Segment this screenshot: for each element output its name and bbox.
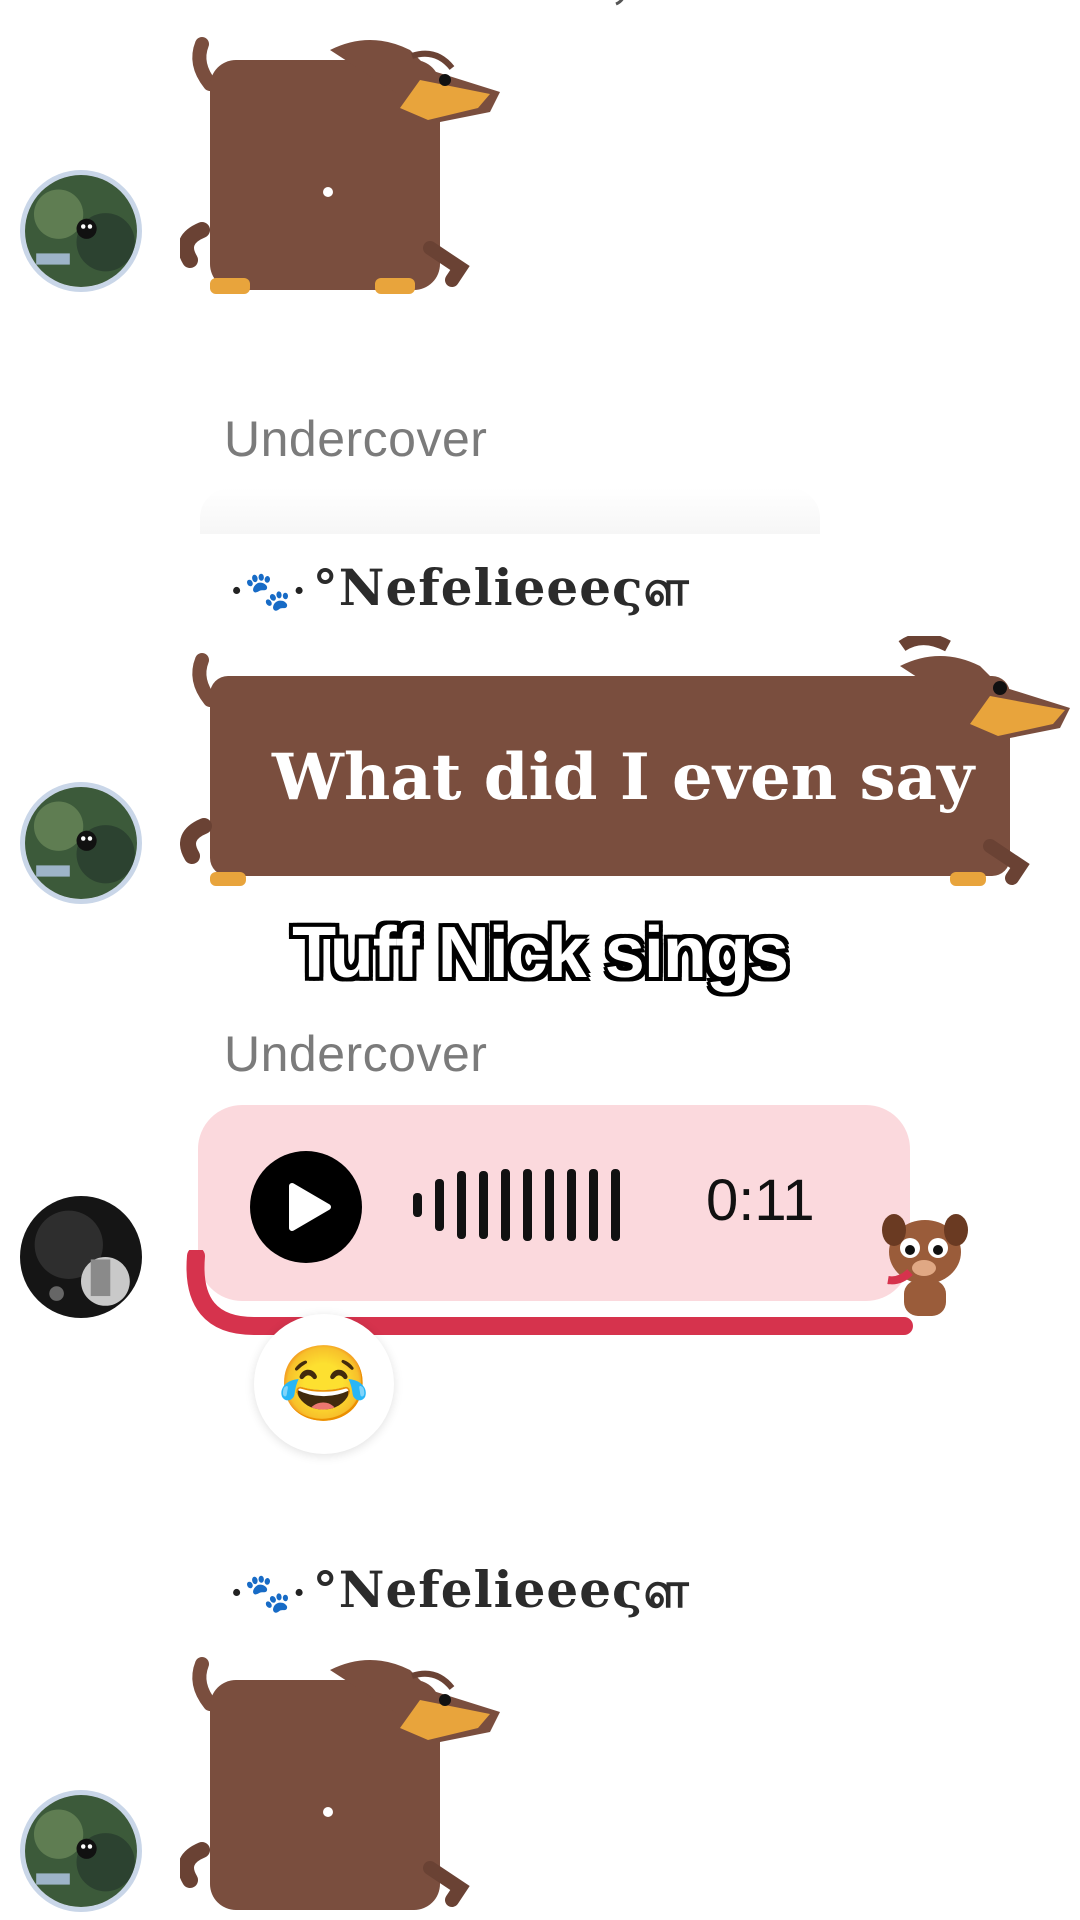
sender-name-nefelieee: ·🐾· °Nefelieeeςள bbox=[230, 1560, 690, 1626]
play-button[interactable] bbox=[250, 1151, 362, 1263]
sender-name-nefelieee: ·🐾· °Nefelieeeςள bbox=[230, 558, 690, 624]
sender-name: Undercover bbox=[224, 1026, 488, 1082]
sender-name: °Nefelieeeςள bbox=[312, 558, 690, 617]
message-text: What did I even say bbox=[272, 740, 975, 815]
sender-name: °Nefelieeeςள bbox=[312, 1560, 690, 1619]
play-icon bbox=[289, 1183, 331, 1231]
avatar-nefelieee[interactable] bbox=[20, 170, 142, 292]
paw-decoration-icon: ·🐾· bbox=[230, 1570, 307, 1615]
puppy-sticker bbox=[880, 1208, 970, 1333]
paw-decoration-icon: ·🐾· bbox=[230, 568, 307, 613]
sender-name: Undercover bbox=[224, 411, 488, 467]
avatar-undercover[interactable] bbox=[20, 1196, 142, 1318]
dachshund-sticker[interactable] bbox=[180, 1640, 510, 1920]
avatar-nefelieee[interactable] bbox=[20, 782, 142, 904]
voice-duration: 0:11 bbox=[706, 1168, 815, 1233]
video-caption: Tuff Nick sings bbox=[292, 913, 789, 993]
reaction-laughing-emoji[interactable]: 😂 bbox=[254, 1314, 394, 1454]
cut-off-header bbox=[280, 0, 660, 8]
faded-message-bubble bbox=[200, 488, 820, 534]
dachshund-sticker[interactable] bbox=[180, 20, 510, 300]
waveform-icon bbox=[413, 1169, 620, 1241]
avatar-nefelieee[interactable] bbox=[20, 1790, 142, 1912]
